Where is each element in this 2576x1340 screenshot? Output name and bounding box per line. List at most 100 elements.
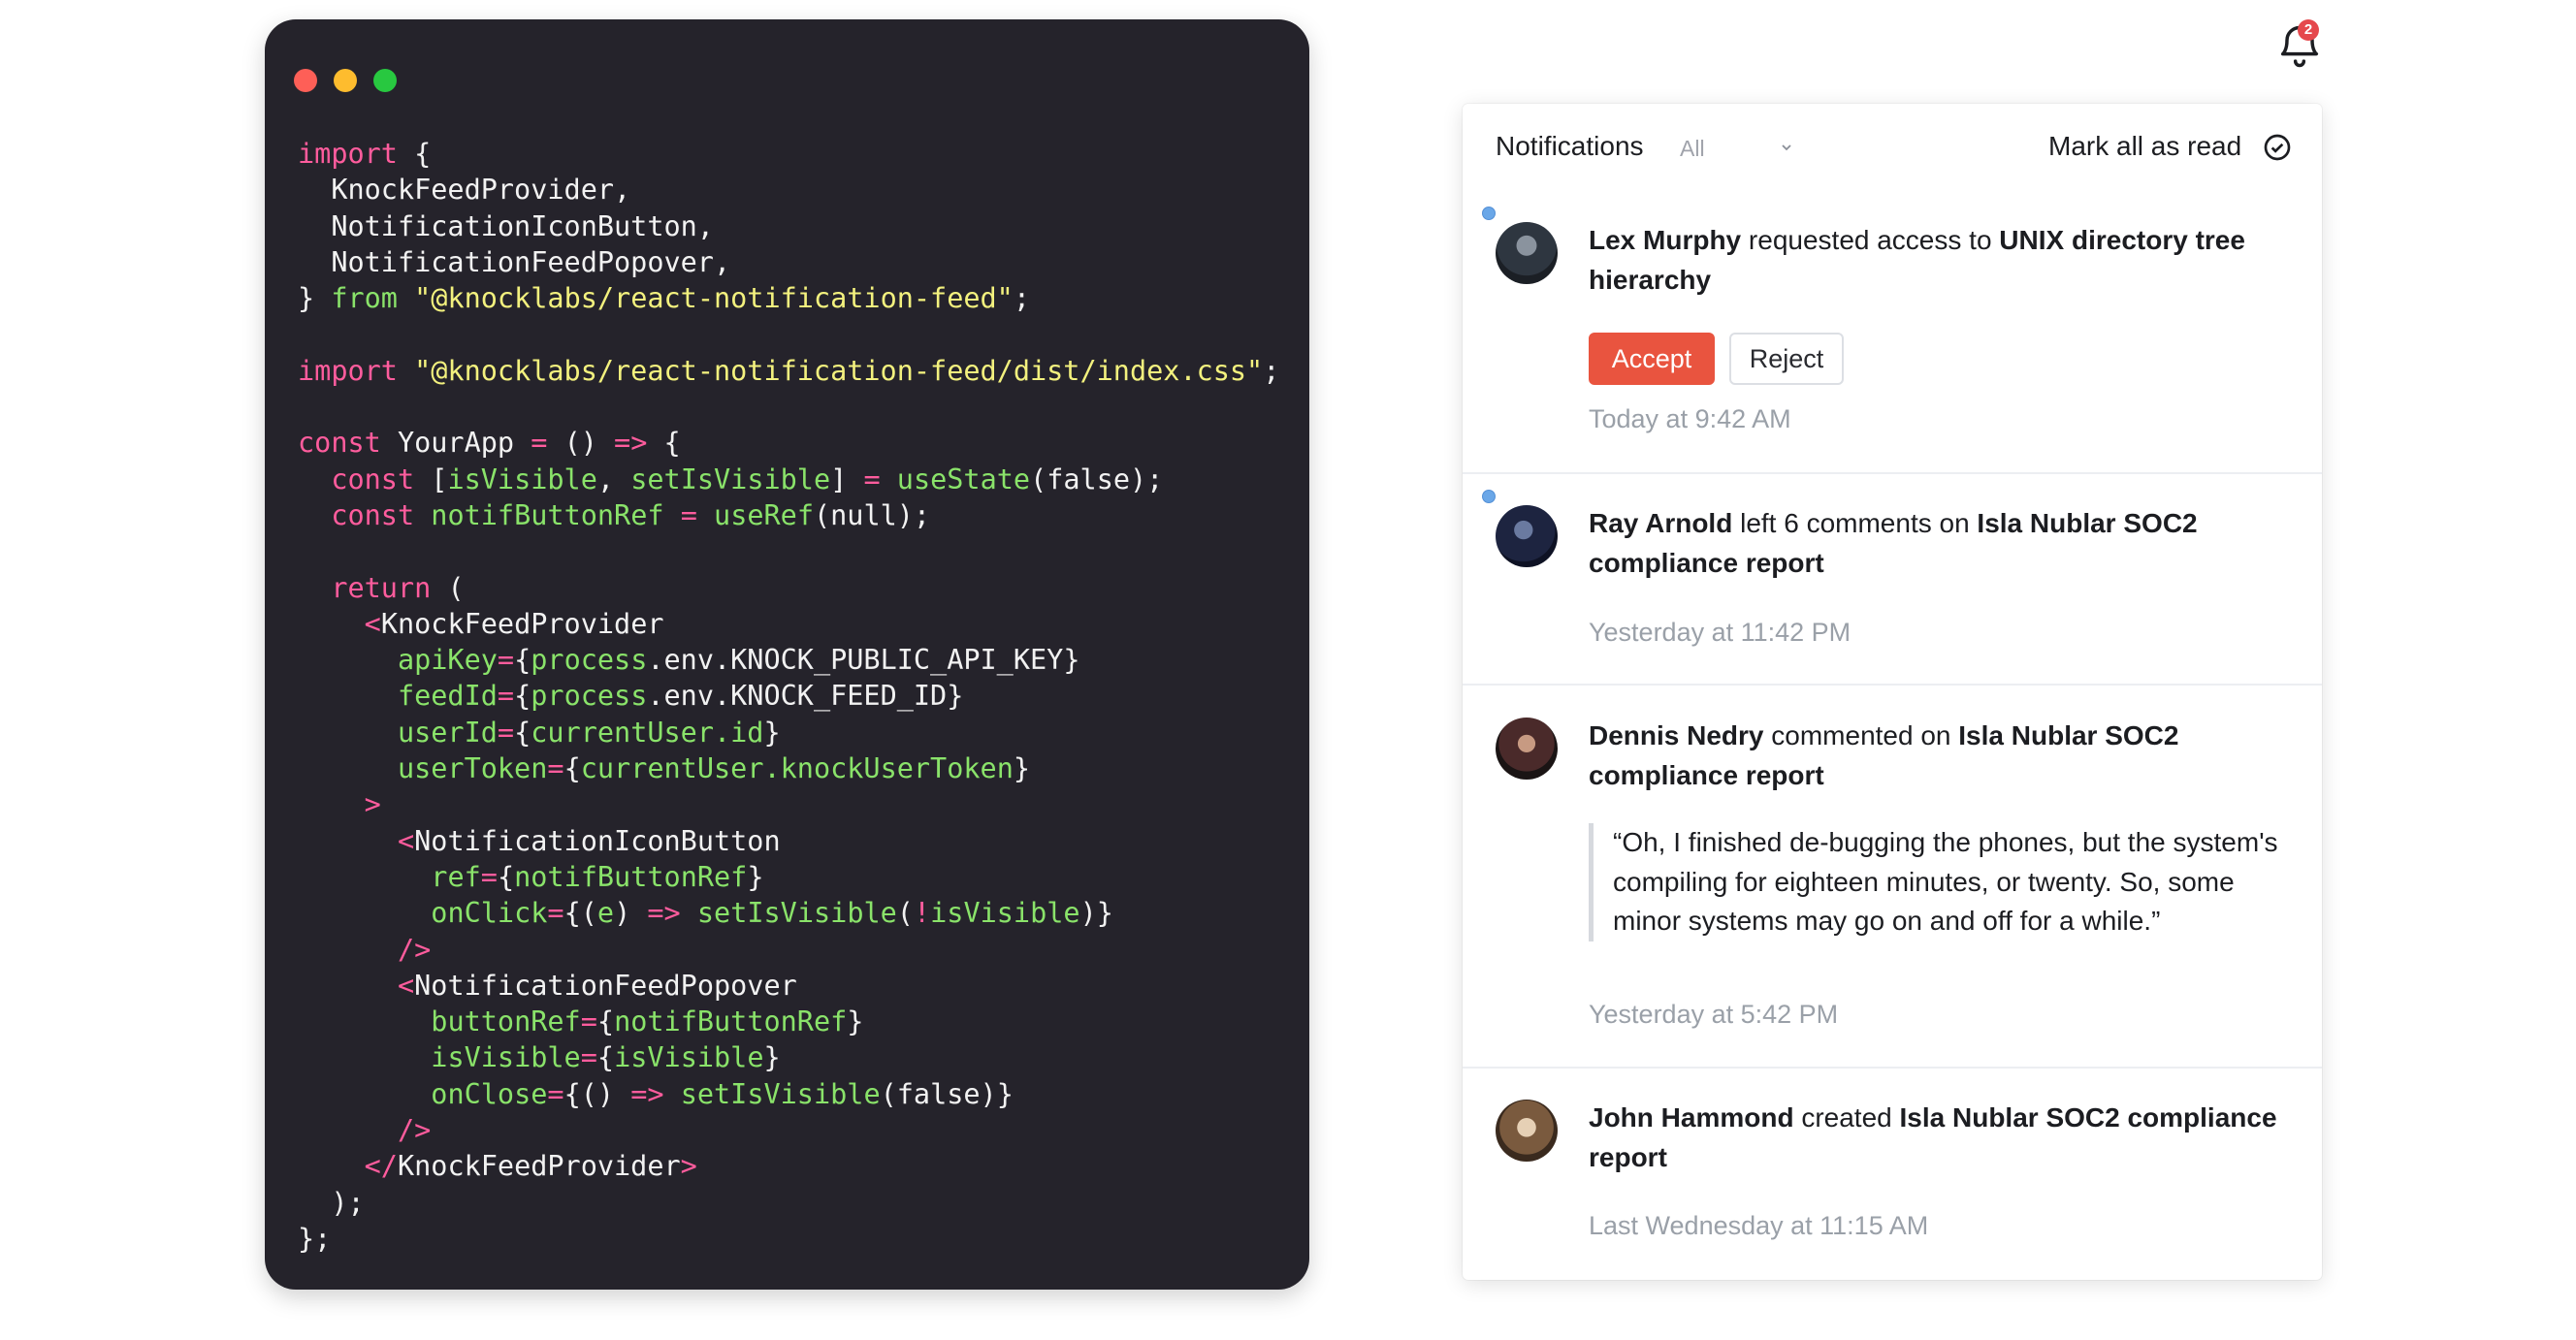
code-line: isVisible={isVisible} <box>298 1039 1279 1075</box>
code-token: isVisible <box>447 463 597 495</box>
code-token: > <box>364 788 381 821</box>
code-token: /> <box>397 933 432 966</box>
code-token: const <box>331 498 415 531</box>
code-token: ; <box>1013 282 1031 315</box>
code-token: } <box>1013 752 1031 785</box>
code-token: = <box>547 1077 564 1110</box>
code-token: {( <box>564 897 597 930</box>
code-token: apiKey <box>397 644 498 677</box>
check-circle-icon[interactable] <box>2262 132 2293 163</box>
maximize-window-button[interactable] <box>373 69 397 92</box>
code-token: ; <box>1263 354 1280 387</box>
code-line: } from "@knocklabs/react-notification-fe… <box>298 280 1279 316</box>
code-token: ( <box>896 897 914 930</box>
code-token: userId <box>397 716 498 749</box>
code-token: NotificationIconButton, <box>298 209 714 242</box>
notification-message[interactable]: Lex Murphy requested access to UNIX dire… <box>1589 220 2287 300</box>
notification-verb: created <box>1793 1102 1900 1133</box>
code-token: ] <box>830 463 864 495</box>
code-token: NotificationFeedPopover <box>414 969 797 1002</box>
code-token: > <box>680 1150 697 1183</box>
code-line: }; <box>298 1221 1279 1257</box>
code-token: const <box>298 427 381 460</box>
code-token: = <box>497 716 515 749</box>
code-token: ); <box>298 1186 365 1219</box>
code-token: isVisible <box>930 897 1080 930</box>
feed-header: Notifications All Mark all as read <box>1463 104 2322 191</box>
notification-timestamp: Today at 9:42 AM <box>1589 404 1791 433</box>
comment-quote: “Oh, I finished de-bugging the phones, b… <box>1589 823 2306 941</box>
actor-name: Ray Arnold <box>1589 508 1733 538</box>
chevron-down-icon[interactable] <box>1779 140 1794 155</box>
code-block: import { KnockFeedProvider, Notification… <box>298 136 1279 1257</box>
code-line: <NotificationFeedPopover <box>298 968 1279 1004</box>
code-token: {() <box>564 1077 631 1110</box>
divider <box>1463 1067 2322 1069</box>
code-token: } <box>298 282 332 315</box>
code-token: (false)} <box>880 1077 1014 1110</box>
notification-message[interactable]: Dennis Nedry commented on Isla Nublar SO… <box>1589 716 2287 795</box>
code-token: { <box>397 138 432 170</box>
close-window-button[interactable] <box>294 69 317 92</box>
actor-name: Dennis Nedry <box>1589 720 1764 750</box>
code-token: ref <box>431 860 481 893</box>
code-token: setIsVisible <box>680 1077 881 1110</box>
notification-verb: commented on <box>1763 720 1959 750</box>
code-token: }; <box>298 1222 332 1255</box>
feed-filter-select[interactable]: All <box>1680 136 1705 162</box>
code-token: { <box>497 860 515 893</box>
code-token: = <box>531 427 548 460</box>
code-token: .env.KNOCK_FEED_ID} <box>647 680 964 713</box>
code-line: onClick={(e) => setIsVisible(!isVisible)… <box>298 895 1279 931</box>
code-token: = <box>580 1041 597 1074</box>
code-token: onClick <box>431 897 548 930</box>
code-token: YourApp <box>380 427 531 460</box>
code-token: from <box>331 282 398 315</box>
code-token: => <box>614 427 648 460</box>
code-token: notifButtonRef <box>514 860 748 893</box>
code-token: /> <box>397 1114 432 1147</box>
reject-button[interactable]: Reject <box>1729 333 1844 385</box>
notification-timestamp: Yesterday at 5:42 PM <box>1589 1000 1839 1029</box>
code-line: import { <box>298 136 1279 172</box>
code-line: NotificationIconButton, <box>298 208 1279 244</box>
code-token: (false); <box>1030 463 1164 495</box>
accept-button[interactable]: Accept <box>1589 333 1715 385</box>
minimize-window-button[interactable] <box>334 69 357 92</box>
code-token: setIsVisible <box>696 897 897 930</box>
code-token: = <box>680 498 697 531</box>
code-token: import <box>298 354 398 387</box>
code-token: isVisible <box>431 1041 581 1074</box>
code-line: const [isVisible, setIsVisible] = useSta… <box>298 462 1279 497</box>
code-token: { <box>514 680 531 713</box>
code-token: { <box>514 716 531 749</box>
divider <box>1463 684 2322 686</box>
code-token: { <box>596 1005 615 1038</box>
notification-timestamp: Last Wednesday at 11:15 AM <box>1589 1211 1929 1240</box>
code-token: KnockFeedProvider <box>397 1150 681 1183</box>
notification-message[interactable]: Ray Arnold left 6 comments on Isla Nubla… <box>1589 503 2287 583</box>
code-token: = <box>547 752 564 785</box>
code-token: } <box>847 1005 864 1038</box>
code-line: <NotificationIconButton <box>298 823 1279 859</box>
avatar <box>1496 718 1558 780</box>
notification-message[interactable]: John Hammond created Isla Nublar SOC2 co… <box>1589 1098 2287 1177</box>
code-token: (null); <box>813 498 931 531</box>
mark-all-read-button[interactable]: Mark all as read <box>2048 131 2241 162</box>
